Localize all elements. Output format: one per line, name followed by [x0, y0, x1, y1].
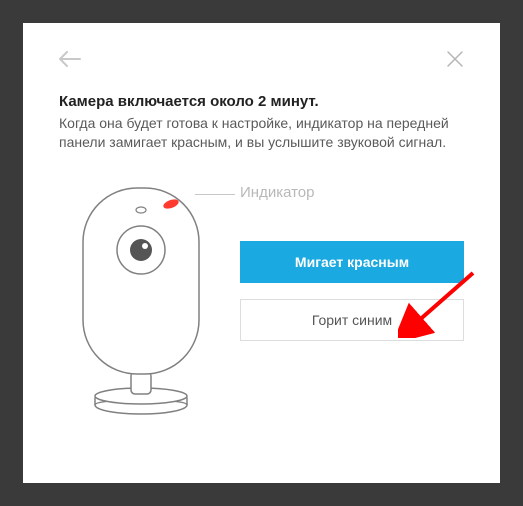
- close-icon[interactable]: [446, 50, 464, 73]
- right-column: Индикатор Мигает красным Горит синим: [240, 180, 464, 357]
- indicator-text: Индикатор: [240, 184, 315, 201]
- modal-description: Когда она будет готова к настройке, инди…: [59, 114, 464, 152]
- modal-content: Индикатор Мигает красным Горит синим: [59, 180, 464, 420]
- back-arrow-icon[interactable]: [59, 51, 81, 72]
- setup-modal: Камера включается около 2 минут. Когда о…: [23, 23, 500, 483]
- blink-red-button[interactable]: Мигает красным: [240, 241, 464, 283]
- modal-title: Камера включается около 2 минут.: [59, 93, 464, 110]
- solid-blue-button[interactable]: Горит синим: [240, 299, 464, 341]
- indicator-label: Индикатор: [240, 184, 464, 201]
- indicator-line: [195, 194, 235, 195]
- camera-illustration: [59, 180, 224, 420]
- modal-topbar: [59, 47, 464, 75]
